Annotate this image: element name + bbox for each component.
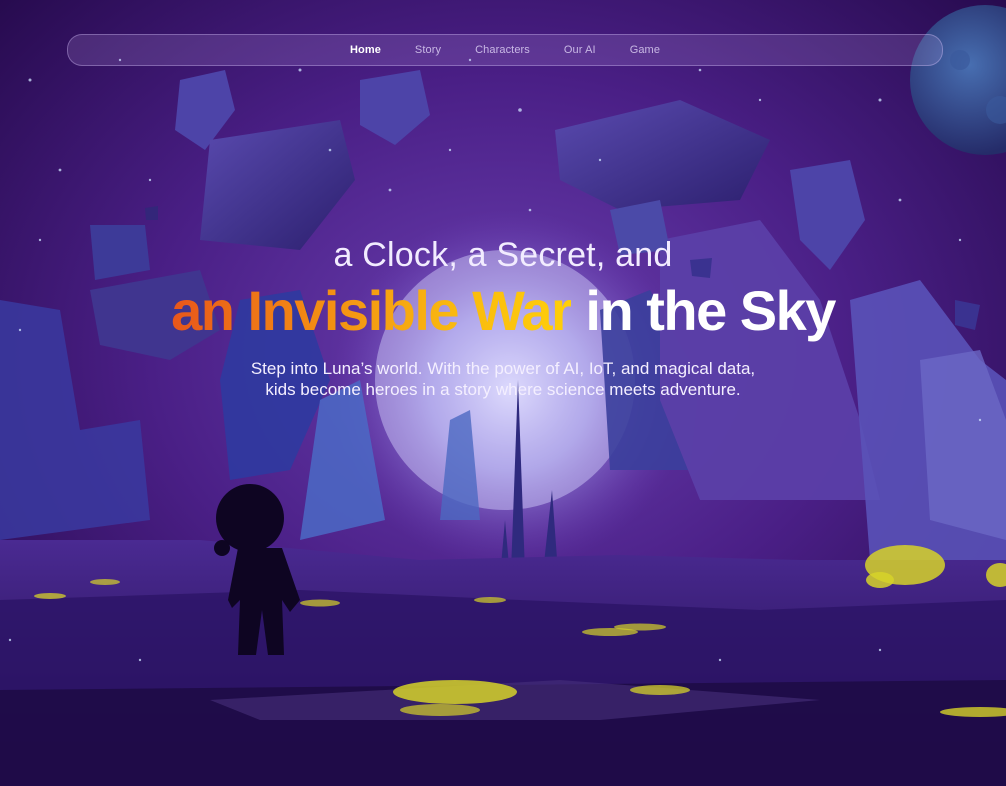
nav-story[interactable]: Story <box>398 44 458 56</box>
hero-description-line-2: kids become heroes in a story where scie… <box>265 380 741 399</box>
hero-headline: an Invisible War in the Sky <box>0 278 1006 343</box>
hero-description: Step into Luna’s world. With the power o… <box>0 358 1006 400</box>
nav-our-ai[interactable]: Our AI <box>547 44 613 56</box>
hero-headline-highlight: an Invisible War <box>171 279 573 342</box>
nav-game[interactable]: Game <box>613 44 677 56</box>
hero-description-line-1: Step into Luna’s world. With the power o… <box>250 359 756 378</box>
nav-home[interactable]: Home <box>333 44 398 56</box>
hero-tagline: a Clock, a Secret, and <box>333 236 673 274</box>
nav-characters[interactable]: Characters <box>458 44 547 56</box>
top-navigation: Home Story Characters Our AI Game <box>67 34 943 66</box>
hero-headline-rest: in the Sky <box>571 279 836 342</box>
